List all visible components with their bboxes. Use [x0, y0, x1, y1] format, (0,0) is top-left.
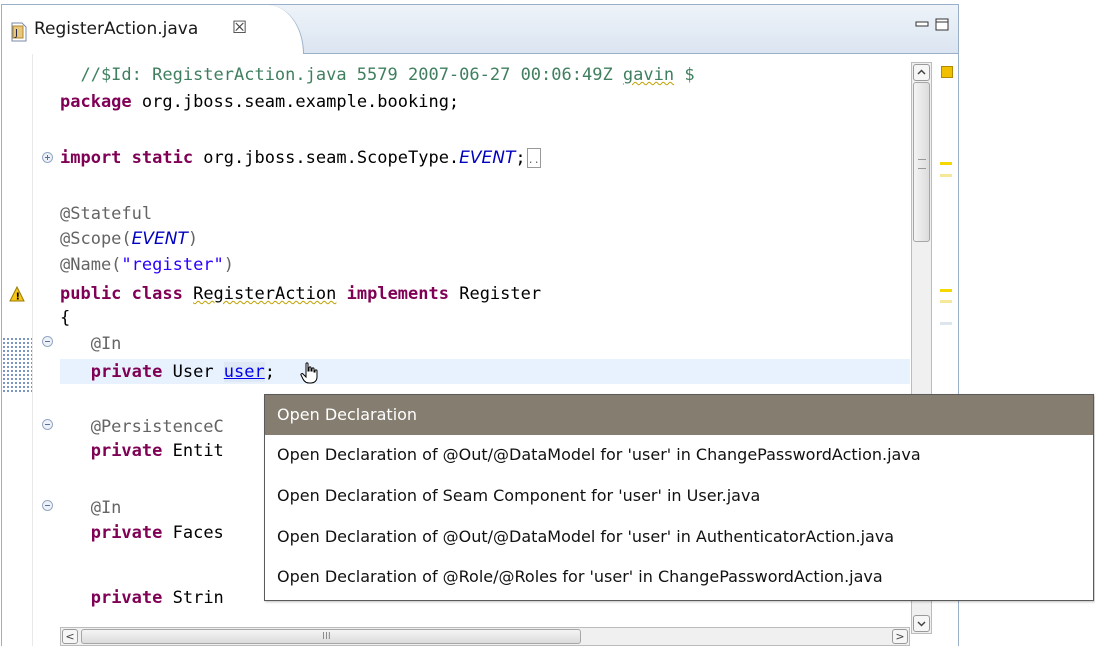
keyword: public class: [60, 284, 183, 304]
code-line: private Faces: [60, 521, 224, 545]
overview-marker[interactable]: [940, 174, 952, 177]
class-name: RegisterAction: [193, 284, 337, 304]
annotation: @PersistenceC: [60, 417, 224, 437]
scroll-left-icon[interactable]: <: [62, 629, 78, 644]
annotation: @In: [60, 334, 122, 354]
overview-marker[interactable]: [940, 289, 952, 292]
keyword: package: [60, 92, 132, 112]
keyword: private: [90, 441, 163, 461]
code-line: private User user;: [60, 360, 275, 384]
code-line: @In: [60, 332, 122, 356]
code-line: private Entit: [60, 439, 224, 463]
tab-title: RegisterAction.java: [34, 19, 199, 39]
svg-text:!: !: [16, 292, 21, 303]
annotation: @Stateful: [60, 204, 153, 224]
code-line: @Name("register"): [60, 253, 234, 277]
tab-registeraction[interactable]: J RegisterAction.java ☒: [2, 5, 304, 54]
vertical-scroll-thumb[interactable]: [913, 82, 930, 242]
warning-icon[interactable]: !: [9, 286, 25, 302]
code-text: Register: [448, 284, 542, 304]
code-line: import static org.jboss.seam.ScopeType.E…: [60, 146, 541, 170]
keyword: private: [90, 588, 163, 608]
overview-warning-marker[interactable]: [941, 66, 953, 78]
scroll-grip: III: [322, 631, 331, 642]
scroll-up-icon[interactable]: [913, 64, 930, 81]
code-text: org.jboss.seam.example.booking;: [131, 92, 460, 112]
editor-tabbar: J RegisterAction.java ☒: [2, 5, 958, 54]
code-line: @Scope(EVENT): [60, 227, 198, 251]
annotation: @Scope(: [60, 229, 132, 249]
close-icon[interactable]: ☒: [232, 18, 247, 38]
collapse-fold-icon[interactable]: [42, 419, 53, 430]
popup-item-seam-component-user[interactable]: Open Declaration of Seam Component for '…: [265, 476, 1093, 516]
static-field: EVENT: [131, 229, 188, 249]
code-line: @PersistenceC: [60, 415, 224, 439]
annotation: ): [223, 255, 235, 275]
code-text: Strin: [162, 588, 224, 608]
annotation: ): [187, 229, 199, 249]
popup-item-out-datamodel-authenticator[interactable]: Open Declaration of @Out/@DataModel for …: [265, 517, 1093, 557]
hand-cursor-icon: [300, 362, 318, 384]
popup-item-role-changepassword[interactable]: Open Declaration of @Role/@Roles for 'us…: [265, 557, 1093, 597]
code-text: ;: [264, 362, 275, 382]
user-hyperlink[interactable]: user: [223, 362, 265, 382]
horizontal-scrollbar[interactable]: < III >: [60, 627, 910, 646]
java-file-icon: J: [11, 22, 27, 42]
code-line: public class RegisterAction implements R…: [60, 282, 541, 306]
comment-author: gavin: [622, 65, 675, 85]
code-line: @In: [60, 496, 122, 520]
overview-marker[interactable]: [940, 322, 952, 325]
comment: //$Id: RegisterAction.java 5579 2007-06-…: [60, 65, 623, 85]
overview-marker[interactable]: [940, 162, 952, 165]
elided-imports-icon[interactable]: ..: [526, 148, 541, 168]
annotation: @In: [60, 498, 122, 518]
scroll-right-icon[interactable]: >: [892, 629, 908, 644]
code-line: @Stateful: [60, 202, 152, 226]
code-text: Entit: [162, 441, 224, 461]
open-declaration-popup: Open Declaration Open Declaration of @Ou…: [264, 394, 1094, 601]
collapse-fold-icon[interactable]: [42, 500, 53, 511]
keyword: private: [90, 362, 163, 382]
maximize-icon[interactable]: [935, 18, 950, 31]
code-text: User: [162, 362, 224, 382]
vertical-ruler: !: [2, 54, 33, 646]
code-line: {: [60, 306, 70, 330]
scroll-down-icon[interactable]: [913, 615, 930, 632]
popup-item-out-datamodel-changepassword[interactable]: Open Declaration of @Out/@DataModel for …: [265, 435, 1093, 475]
minimize-icon[interactable]: [915, 18, 930, 31]
code-text: ;: [515, 148, 526, 168]
code-line: private Strin: [60, 586, 224, 610]
selection-marker: [2, 337, 32, 392]
comment-end: $: [674, 65, 695, 85]
code-text: {: [60, 308, 71, 328]
code-line: //$Id: RegisterAction.java 5579 2007-06-…: [60, 63, 695, 87]
collapse-fold-icon[interactable]: [42, 336, 53, 347]
annotation: @Name(: [60, 255, 122, 275]
expand-fold-icon[interactable]: [42, 152, 53, 163]
code-text: org.jboss.seam.ScopeType.: [193, 148, 460, 168]
string-literal: "register": [121, 255, 224, 275]
svg-text:J: J: [14, 28, 18, 39]
popup-item-open-declaration[interactable]: Open Declaration: [265, 395, 1093, 435]
code-line: package org.jboss.seam.example.booking;: [60, 90, 459, 114]
overview-marker[interactable]: [940, 300, 952, 303]
horizontal-scroll-thumb[interactable]: III: [81, 629, 581, 644]
keyword: import static: [60, 148, 194, 168]
keyword: implements: [346, 284, 449, 304]
static-field: EVENT: [459, 148, 516, 168]
code-text: Faces: [162, 523, 224, 543]
keyword: private: [90, 523, 163, 543]
